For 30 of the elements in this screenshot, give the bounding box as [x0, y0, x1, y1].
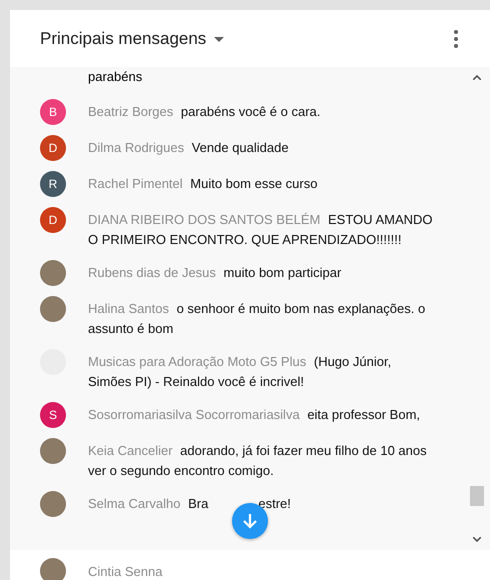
- chat-message: Dilma Rodrigues Vende qualidade: [88, 139, 290, 157]
- chat-message: Beatriz Borges parabéns você é o cara.: [88, 103, 322, 121]
- avatar-letter: R: [40, 171, 66, 197]
- avatar-photo-placeholder: [40, 491, 66, 517]
- avatar-photo-placeholder: [40, 438, 66, 464]
- message-text: parabéns: [88, 68, 142, 86]
- caret-icon: [214, 36, 224, 42]
- chat-message: Rachel Pimentel Muito bom esse curso: [88, 175, 318, 193]
- chat-message: Selma Carvalho Bra: [88, 495, 208, 513]
- chat-message: DIANA RIBEIRO DOS SANTOS BELÉM ESTOU AMANDO O PRIMEIRO ENCONTRO. QUE APRENDIZADO!!!!!!!: [88, 211, 434, 249]
- down-arrow-icon: [241, 512, 259, 530]
- more-options-icon[interactable]: [454, 30, 458, 48]
- message-text: estre!: [258, 495, 291, 513]
- chat-message: Rubens dias de Jesus muito bom participar: [88, 264, 342, 282]
- scrollbar-thumb[interactable]: [470, 486, 484, 506]
- avatar-photo-placeholder: [40, 296, 66, 322]
- author-name: Cintia Senna: [88, 564, 162, 578]
- chat-message: Halina Santos o senhoor é muito bom nas explanações. o assunto é bom: [88, 300, 426, 338]
- avatar-letter: D: [40, 207, 66, 233]
- avatar-letter: S: [40, 402, 66, 428]
- scroll-down-icon[interactable]: [473, 537, 481, 542]
- chat-message: Keia Cancelier adorando, já foi fazer meu filho de 10 anos ver o segundo encontro comigo.: [88, 442, 428, 480]
- avatar-photo-placeholder: [40, 260, 66, 286]
- scroll-up-icon[interactable]: [473, 75, 481, 80]
- chat-message: Musicas para Adoração Moto G5 Plus (Hugo Júnior, Simões PI) - Reinaldo você é incrivel!: [88, 353, 392, 391]
- avatar-letter: B: [40, 99, 66, 125]
- chat-message: Sosorromariasilva Socorromariasilva eita professor Bom,: [88, 406, 422, 424]
- avatar-photo-placeholder: [40, 558, 66, 580]
- avatar-letter: D: [40, 135, 66, 161]
- sort-dropdown[interactable]: Principais mensagens: [40, 28, 224, 48]
